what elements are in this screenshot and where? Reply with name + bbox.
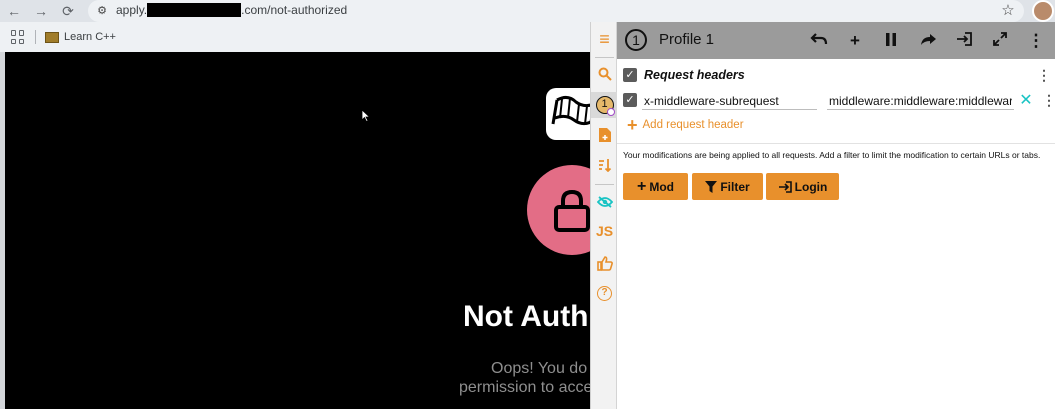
filter-button[interactable]: Filter (692, 173, 763, 200)
thumbs-up-icon[interactable] (591, 250, 618, 276)
flag-logo (546, 88, 590, 140)
sort-icon[interactable] (591, 152, 618, 178)
site-edge (0, 52, 5, 409)
login-action-button[interactable]: Login (766, 173, 839, 200)
forward-button[interactable]: → (31, 1, 51, 21)
add-request-header-label: Add request header (642, 119, 744, 131)
bookmark-favicon-icon (45, 31, 59, 43)
url-suffix: .com/not-authorized (241, 3, 348, 17)
browser-window: ← → ⟳ ⚙ apply. .com/not-authorized ☆ Lea… (0, 0, 1055, 409)
site-settings-icon[interactable]: ⚙ (94, 3, 110, 19)
not-authorized-message-line1: Oops! You do (491, 360, 588, 377)
profile-1-button[interactable]: 1 (591, 92, 618, 118)
add-icon: + (627, 115, 638, 135)
back-button[interactable]: ← (4, 1, 24, 21)
mouse-cursor-icon (362, 110, 370, 122)
javascript-icon[interactable]: JS (591, 218, 618, 244)
expand-button[interactable] (988, 29, 1012, 53)
undo-button[interactable] (807, 29, 831, 53)
reload-button[interactable]: ⟳ (58, 1, 78, 21)
sidebar-divider (595, 184, 614, 185)
bookmark-separator (35, 30, 36, 44)
add-button[interactable]: + (843, 29, 867, 53)
search-icon[interactable] (591, 61, 618, 87)
not-authorized-message-line2: permission to acce (459, 379, 590, 396)
more-options-button[interactable]: ⋮ (1024, 29, 1048, 53)
login-label: Login (794, 179, 828, 194)
pause-button[interactable] (879, 29, 903, 53)
filter-label: Filter (720, 179, 750, 194)
remove-header-icon[interactable]: ✕ (1018, 92, 1034, 110)
website-content: Not Auth Oops! You do permission to acce (0, 52, 590, 409)
login-button[interactable] (952, 29, 976, 53)
lock-icon (554, 189, 590, 232)
plus-icon: + (637, 177, 647, 195)
modification-note: Your modifications are being applied to … (623, 150, 1041, 160)
profile-avatar[interactable] (1032, 0, 1054, 22)
help-glyph: ? (597, 285, 612, 301)
request-headers-checkbox[interactable]: ✓ (623, 68, 637, 82)
url-text[interactable]: apply. .com/not-authorized (116, 3, 347, 17)
help-icon[interactable]: ? (591, 280, 618, 306)
header-value-input[interactable] (827, 92, 1014, 110)
url-prefix: apply. (116, 3, 148, 17)
add-request-header-button[interactable]: + Add request header (627, 115, 744, 135)
profile-name[interactable]: Profile 1 (659, 31, 714, 48)
url-redaction (147, 3, 242, 17)
section-divider (617, 143, 1055, 144)
lock-badge (527, 165, 590, 255)
login-icon (778, 180, 792, 193)
visibility-off-icon[interactable] (591, 189, 618, 215)
add-mod-button[interactable]: + Mod (623, 173, 688, 200)
header-row-menu-icon[interactable]: ⋮ (1042, 92, 1055, 108)
bookmark-label: Learn C++ (64, 31, 116, 43)
add-profile-icon[interactable] (591, 122, 618, 148)
header-name-input[interactable] (642, 92, 817, 110)
active-profile-check-icon (607, 108, 615, 116)
header-row-checkbox[interactable]: ✓ (623, 93, 637, 107)
profile-number-badge[interactable]: 1 (625, 29, 647, 51)
address-bar[interactable]: ⚙ apply. .com/not-authorized (88, 0, 1024, 22)
request-headers-title: Request headers (644, 68, 745, 82)
request-headers-menu-icon[interactable]: ⋮ (1037, 67, 1051, 83)
menu-icon[interactable]: ≡ (591, 26, 618, 52)
apps-grid-icon[interactable] (11, 30, 25, 44)
bookmark-learn-cpp[interactable]: Learn C++ (45, 29, 116, 45)
share-button[interactable] (916, 29, 940, 53)
sidebar-divider (595, 57, 614, 58)
not-authorized-title: Not Auth (463, 300, 589, 333)
extension-sidebar: ≡ 1 JS ? (590, 22, 618, 409)
flag-icon (551, 95, 590, 126)
mod-label: Mod (649, 179, 674, 194)
filter-icon (705, 180, 718, 193)
extension-header: 1 Profile 1 + ⋮ (617, 22, 1055, 59)
extension-panel: 1 Profile 1 + ⋮ ✓ Request headers ⋮ ✓ x-… (617, 22, 1055, 409)
browser-toolbar: ← → ⟳ ⚙ apply. .com/not-authorized ☆ (0, 0, 1055, 22)
bookmark-star-icon[interactable]: ☆ (998, 1, 1018, 21)
